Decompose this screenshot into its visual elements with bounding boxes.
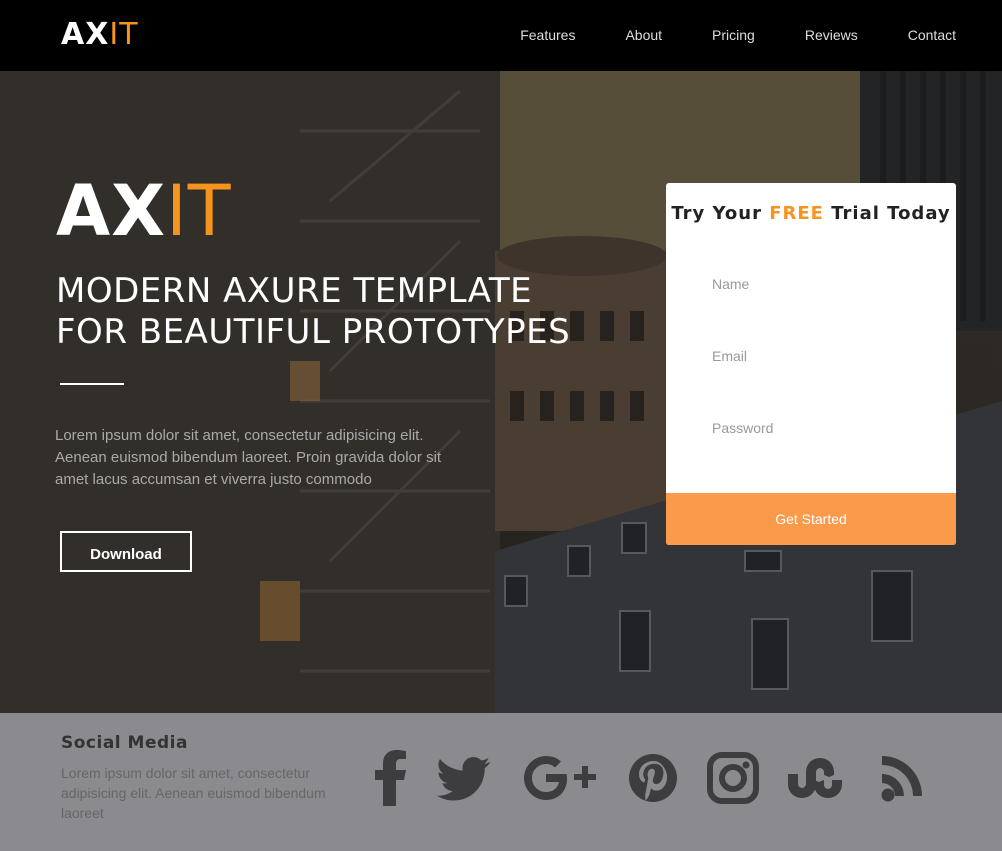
nav-link-about[interactable]: About <box>625 26 662 44</box>
nav-link-pricing[interactable]: Pricing <box>712 26 755 44</box>
social-footer: Social Media Lorem ipsum dolor sit amet,… <box>0 713 1002 851</box>
facebook-icon[interactable] <box>372 748 410 808</box>
form-title-free: FREE <box>769 203 824 224</box>
password-field[interactable] <box>710 415 924 441</box>
download-button[interactable]: Download <box>60 531 192 572</box>
hero-divider <box>60 383 124 385</box>
form-title: Try Your FREE Trial Today <box>666 203 956 224</box>
nav-logo[interactable]: AXIT <box>61 17 139 53</box>
rss-icon[interactable] <box>878 748 930 808</box>
trial-signup-form: Try Your FREE Trial Today Get Started <box>666 183 956 545</box>
nav-link-features[interactable]: Features <box>520 26 575 44</box>
get-started-button[interactable]: Get Started <box>666 493 956 545</box>
logo-accent-text: IT <box>109 17 139 52</box>
twitter-icon[interactable] <box>436 748 492 808</box>
footer-title: Social Media <box>61 733 188 753</box>
form-title-pre: Try Your <box>671 203 770 224</box>
logo-main-text: AX <box>61 17 110 52</box>
form-title-post: Trial Today <box>823 203 951 224</box>
headline-line-2: FOR BEAUTIFUL PROTOTYPES <box>56 312 571 352</box>
hero-description: Lorem ipsum dolor sit amet, consectetur … <box>55 427 442 488</box>
hero-headline: MODERN AXURE TEMPLATE FOR BEAUTIFUL PROT… <box>56 271 616 353</box>
pinterest-icon[interactable] <box>626 748 680 808</box>
name-field[interactable] <box>710 271 924 297</box>
hero-section: AXIT MODERN AXURE TEMPLATE FOR BEAUTIFUL… <box>0 71 1002 713</box>
instagram-icon[interactable] <box>706 748 760 808</box>
hero-logo-accent: IT <box>166 170 232 252</box>
footer-text: Lorem ipsum dolor sit amet, consectetur … <box>61 765 326 821</box>
google-plus-icon[interactable] <box>518 748 600 808</box>
email-field[interactable] <box>710 343 924 369</box>
nav-links: Features About Pricing Reviews Contact <box>470 26 956 44</box>
headline-line-1: MODERN AXURE TEMPLATE <box>56 271 533 311</box>
top-navbar: AXIT Features About Pricing Reviews Cont… <box>0 0 1002 71</box>
hero-logo: AXIT <box>56 175 232 247</box>
nav-link-contact[interactable]: Contact <box>908 26 956 44</box>
stumbleupon-icon[interactable] <box>786 748 854 808</box>
hero-logo-main: AX <box>56 170 167 252</box>
nav-link-reviews[interactable]: Reviews <box>805 26 858 44</box>
